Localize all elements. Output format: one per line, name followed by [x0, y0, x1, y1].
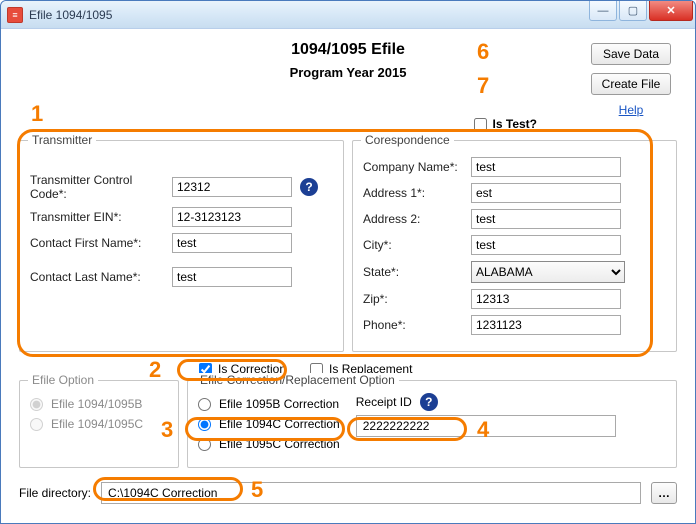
efile-option-legend: Efile Option — [28, 373, 98, 387]
efile-1095c-correction-radio[interactable] — [198, 438, 211, 451]
save-data-button[interactable]: Save Data — [591, 43, 671, 65]
address1-input[interactable] — [471, 183, 621, 203]
address2-label: Address 2: — [363, 212, 463, 226]
correction-option-legend: Efile Correction/Replacement Option — [196, 373, 399, 387]
browse-button[interactable]: … — [651, 482, 677, 504]
efile-1094c-label: Efile 1094/1095C — [51, 417, 143, 431]
last-name-input[interactable] — [172, 267, 292, 287]
correspondence-legend: Corespondence — [361, 133, 454, 147]
address1-label: Address 1*: — [363, 186, 463, 200]
transmitter-group: Transmitter Transmitter Control Code*: ?… — [19, 140, 344, 352]
minimize-button[interactable]: — — [589, 1, 617, 21]
file-directory-label: File directory: — [19, 486, 91, 500]
efile-1095c-correction-label: Efile 1095C Correction — [219, 437, 340, 451]
receipt-id-label: Receipt ID — [356, 395, 412, 409]
state-select[interactable]: ALABAMA — [471, 261, 625, 283]
titlebar: ≡ Efile 1094/1095 — ▢ ✕ — [1, 1, 695, 29]
correspondence-group: Corespondence Company Name*: Address 1*:… — [352, 140, 677, 352]
efile-1094c-correction-label: Efile 1094C Correction — [219, 417, 340, 431]
efile-1095b-correction-radio[interactable] — [198, 398, 211, 411]
page-title: 1094/1095 Efile — [19, 41, 677, 59]
annotation-1: 1 — [31, 101, 43, 127]
help-icon[interactable]: ? — [420, 393, 438, 411]
window-title: Efile 1094/1095 — [29, 8, 112, 22]
help-icon[interactable]: ? — [300, 178, 318, 196]
phone-input[interactable] — [471, 315, 621, 335]
correction-option-group: Efile Correction/Replacement Option Efil… — [187, 380, 677, 468]
close-button[interactable]: ✕ — [649, 1, 693, 21]
company-label: Company Name*: — [363, 160, 463, 174]
efile-1094b-radio — [30, 398, 43, 411]
first-name-label: Contact First Name*: — [30, 236, 164, 250]
zip-label: Zip*: — [363, 292, 463, 306]
efile-1094c-radio — [30, 418, 43, 431]
maximize-button[interactable]: ▢ — [619, 1, 647, 21]
ein-input[interactable] — [172, 207, 292, 227]
state-label: State*: — [363, 265, 463, 279]
efile-option-group: Efile Option Efile 1094/1095B Efile 1094… — [19, 380, 179, 468]
efile-1095b-correction-label: Efile 1095B Correction — [219, 397, 339, 411]
ein-label: Transmitter EIN*: — [30, 210, 164, 224]
transmitter-legend: Transmitter — [28, 133, 96, 147]
receipt-id-input[interactable] — [356, 415, 616, 437]
is-test-label: Is Test? — [493, 117, 537, 131]
efile-1094c-correction-radio[interactable] — [198, 418, 211, 431]
address2-input[interactable] — [471, 209, 621, 229]
tcc-input[interactable] — [172, 177, 292, 197]
page-subtitle: Program Year 2015 — [19, 65, 677, 80]
city-label: City*: — [363, 238, 463, 252]
tcc-label: Transmitter Control Code*: — [30, 173, 164, 201]
file-directory-input[interactable] — [101, 482, 641, 504]
app-icon: ≡ — [7, 7, 23, 23]
create-file-button[interactable]: Create File — [591, 73, 671, 95]
efile-1094b-label: Efile 1094/1095B — [51, 397, 142, 411]
company-input[interactable] — [471, 157, 621, 177]
first-name-input[interactable] — [172, 233, 292, 253]
zip-input[interactable] — [471, 289, 621, 309]
phone-label: Phone*: — [363, 318, 463, 332]
is-test-checkbox[interactable] — [474, 118, 487, 131]
last-name-label: Contact Last Name*: — [30, 270, 164, 284]
city-input[interactable] — [471, 235, 621, 255]
help-link[interactable]: Help — [619, 103, 644, 117]
